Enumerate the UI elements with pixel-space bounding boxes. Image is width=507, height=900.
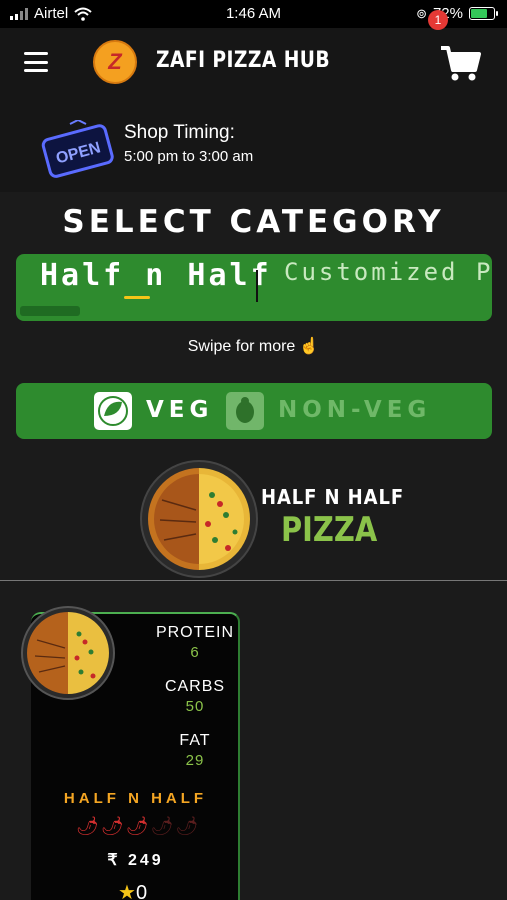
nutrition-value: 29 — [185, 752, 205, 769]
product-rating: ★0 — [118, 880, 147, 900]
cart-icon[interactable] — [439, 42, 481, 84]
cart-count-badge: 1 — [428, 10, 448, 30]
chilli-icon: 🌶 — [175, 816, 199, 836]
hero-title-line1: HALF N HALF — [261, 485, 405, 509]
nutrition-fat: FAT 29 — [150, 732, 240, 769]
nutrition-value: 50 — [185, 698, 205, 715]
product-price: ₹ 249 — [107, 852, 164, 869]
rating-value: 0 — [135, 882, 148, 900]
swipe-hint: Swipe for more ☝ — [0, 336, 507, 356]
nonveg-chicken-icon[interactable] — [226, 392, 264, 430]
hero-title-line2: PIZZA — [281, 510, 378, 550]
veg-leaf-icon[interactable] — [94, 392, 132, 430]
shop-timing-hours: 5:00 pm to 3:00 am — [124, 148, 254, 165]
nutrition-value: 6 — [190, 644, 200, 661]
chilli-icon: 🌶 — [76, 816, 99, 836]
shop-timing-title: Shop Timing: — [124, 122, 235, 143]
nutrition-label: FAT — [179, 732, 211, 749]
hamburger-icon[interactable] — [24, 52, 48, 72]
select-category-title: SELECT CATEGORY — [62, 204, 445, 240]
swipe-hint-label: Swipe for more — [187, 338, 296, 355]
active-category-indicator — [124, 296, 150, 299]
app-header: Z ZAFI PIZZA HUB — [0, 28, 507, 106]
category-divider — [256, 270, 258, 302]
section-divider — [0, 580, 507, 581]
category-scrollbar[interactable] — [20, 306, 80, 316]
nutrition-label: PROTEIN — [155, 624, 235, 641]
swipe-finger-icon: ☝ — [299, 338, 320, 355]
category-item-half-n-half[interactable]: Half n Half — [40, 258, 272, 293]
nutrition-protein: PROTEIN 6 — [150, 624, 240, 661]
chilli-icon: 🌶 — [100, 816, 124, 836]
category-scroller[interactable]: Half n Half Customized P — [16, 254, 492, 321]
half-n-half-pizza-image — [140, 460, 258, 578]
open-sign-icon: OPEN — [41, 120, 114, 178]
rotation-lock-icon: ⊚ — [416, 5, 427, 21]
nonveg-option[interactable]: NON-VEG — [278, 397, 431, 423]
chilli-icon: 🌶 — [125, 816, 149, 836]
nutrition-label: CARBS — [164, 678, 226, 695]
spice-level-indicator: 🌶 🌶 🌶 🌶 🌶 — [76, 816, 198, 837]
shop-timing-banner: OPEN Shop Timing: 5:00 pm to 3:00 am — [0, 106, 507, 192]
battery-icon — [469, 7, 498, 20]
category-item-customized[interactable]: Customized P — [284, 258, 492, 286]
brand-logo: Z — [93, 40, 137, 84]
product-pizza-image — [21, 606, 115, 700]
chilli-icon: 🌶 — [150, 816, 174, 836]
product-name: HALF N HALF — [63, 790, 208, 807]
brand-name: ZAFI PIZZA HUB — [156, 48, 331, 73]
veg-option[interactable]: VEG — [146, 397, 213, 423]
nutrition-carbs: CARBS 50 — [150, 678, 240, 715]
diet-toggle-bar: VEG NON-VEG — [16, 383, 492, 439]
star-icon: ★ — [118, 882, 136, 900]
